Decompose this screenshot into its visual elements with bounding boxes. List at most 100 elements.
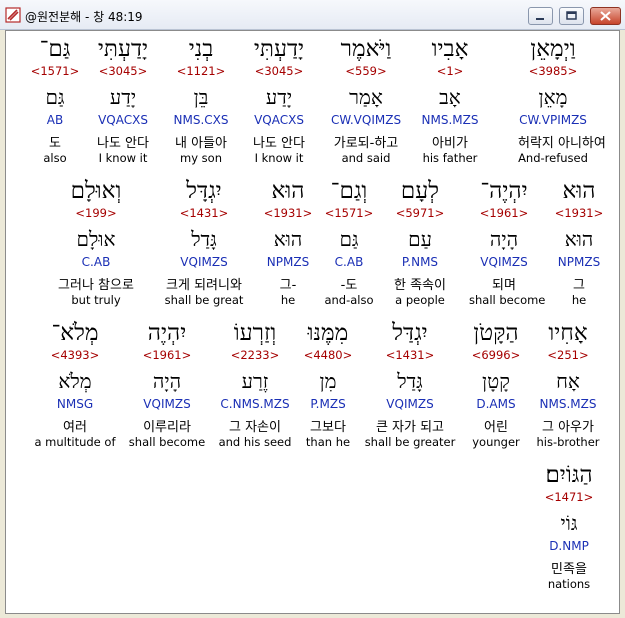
lemma: זֶרַע: [241, 369, 269, 393]
morphology: NPMZS: [266, 255, 310, 269]
english-gloss: his father: [422, 151, 478, 165]
korean-gloss: -도: [340, 278, 358, 293]
lemma: גַּם: [339, 227, 359, 251]
korean-gloss: 크게 되려니와: [166, 278, 242, 293]
morphology: NPMZS: [557, 255, 601, 269]
morphology: NMSG: [56, 397, 94, 411]
morphology: C.NMS.MZS: [220, 397, 290, 411]
morphology: P.NMS: [401, 255, 439, 269]
morphology: NMS.MZS: [421, 113, 479, 127]
korean-gloss: 그보다: [310, 420, 346, 435]
korean-gloss: 되며: [492, 278, 516, 293]
morphology: D.NMP: [549, 539, 589, 553]
strong-number[interactable]: <1571>: [20, 64, 90, 78]
english-gloss: but truly: [71, 293, 121, 307]
morphology: CW.VPIMZS: [519, 113, 587, 127]
english-gloss: his-brother: [536, 435, 600, 449]
morphology: VQIMZS: [480, 255, 528, 269]
strong-number[interactable]: <4393>: [30, 348, 120, 362]
lemma: אוּלָם: [76, 227, 116, 251]
strong-number[interactable]: <1471>: [534, 490, 604, 504]
strong-number[interactable]: <3045>: [244, 64, 314, 78]
korean-gloss: 나도 안다: [97, 136, 149, 151]
strong-number[interactable]: <1>: [415, 64, 485, 78]
interlinear-view[interactable]: וַיְמָאֵן <3985> מָאֵן CW.VPIMZS 허락지 아니하…: [5, 30, 620, 614]
morphology: VQIMZS: [386, 397, 434, 411]
title-bar[interactable]: @원전분해 - 창 48:19: [0, 0, 625, 30]
morphology: P.MZS: [310, 397, 346, 411]
strong-number[interactable]: <559>: [331, 64, 401, 78]
morphology: CW.VQIMZS: [331, 113, 402, 127]
maximize-button[interactable]: [559, 7, 584, 25]
korean-gloss: 한 족속이: [394, 278, 446, 293]
hebrew-word: מִמֶּנּוּ: [307, 320, 349, 346]
lemma: אָב: [439, 85, 461, 109]
lemma: הָיָה: [489, 227, 519, 251]
strong-number[interactable]: <3045>: [88, 64, 158, 78]
lemma: אָמַר: [349, 85, 383, 109]
korean-gloss: 그-: [279, 278, 297, 293]
korean-gloss: 내 아들아: [175, 136, 227, 151]
english-gloss: I know it: [98, 151, 148, 165]
hebrew-word: יִגְדַּל: [392, 320, 428, 346]
morphology: C.AB: [81, 255, 111, 269]
hebrew-word: יָדַעְתִּי: [97, 36, 149, 62]
strong-number[interactable]: <6996>: [461, 348, 531, 362]
korean-gloss: 큰 자가 되고: [375, 420, 445, 435]
english-gloss: younger: [472, 435, 520, 449]
korean-gloss: 아비가: [432, 136, 468, 151]
hebrew-word: הוּא: [562, 178, 596, 204]
english-gloss: and-also: [324, 293, 374, 307]
strong-number[interactable]: <1961>: [469, 206, 539, 220]
morphology: VQACXS: [98, 113, 148, 127]
close-button[interactable]: [590, 7, 621, 25]
lemma: אָח: [556, 369, 580, 393]
english-gloss: my son: [180, 151, 222, 165]
english-gloss: a multitude of: [34, 435, 116, 449]
app-icon: [5, 7, 21, 23]
hebrew-word: מְלֹא־: [51, 320, 99, 346]
english-gloss: a people: [395, 293, 445, 307]
lemma: מָאֵן: [538, 85, 568, 109]
hebrew-word: וַיְמָאֵן: [530, 36, 576, 62]
morphology: VQIMZS: [180, 255, 228, 269]
english-gloss: I know it: [254, 151, 304, 165]
strong-number[interactable]: <1931>: [544, 206, 614, 220]
lemma: יָדַע: [265, 85, 293, 109]
lemma: יָדַע: [109, 85, 137, 109]
lemma: גָּדַל: [191, 227, 217, 251]
strong-number[interactable]: <1571>: [314, 206, 384, 220]
hebrew-word: יִגְדָּל: [186, 178, 222, 204]
strong-number[interactable]: <199>: [46, 206, 146, 220]
strong-number[interactable]: <3985>: [518, 64, 588, 78]
korean-gloss: 도: [49, 136, 61, 151]
korean-gloss: 그 아우가: [542, 420, 594, 435]
lemma: בֵּן: [193, 85, 209, 109]
strong-number[interactable]: <251>: [533, 348, 603, 362]
english-gloss: shall become: [128, 435, 206, 449]
lemma: הוּא: [273, 227, 303, 251]
strong-number[interactable]: <1121>: [166, 64, 236, 78]
strong-number[interactable]: <5971>: [385, 206, 455, 220]
close-icon: [600, 11, 611, 21]
hebrew-word: וַיֹּאמֶר: [340, 36, 392, 62]
hebrew-word: וְאוּלָם: [70, 178, 122, 204]
english-gloss: and said: [341, 151, 391, 165]
minimize-button[interactable]: [528, 7, 553, 25]
strong-number[interactable]: <4480>: [293, 348, 363, 362]
strong-number[interactable]: <1431>: [360, 348, 460, 362]
korean-gloss: 그: [573, 278, 585, 293]
english-gloss: also: [43, 151, 67, 165]
strong-number[interactable]: <1431>: [154, 206, 254, 220]
strong-number[interactable]: <2233>: [210, 348, 300, 362]
lemma: גּוֹי: [560, 511, 578, 535]
english-gloss: he: [280, 293, 296, 307]
strong-number[interactable]: <1961>: [127, 348, 207, 362]
english-gloss: And-refused: [518, 151, 588, 165]
minimize-icon: [536, 18, 544, 20]
strong-number[interactable]: <1931>: [253, 206, 323, 220]
hebrew-word: אָבִיו: [431, 36, 469, 62]
english-gloss: and his seed: [218, 435, 292, 449]
hebrew-word: הַקָּטֹן: [473, 320, 519, 346]
lemma: הוּא: [564, 227, 594, 251]
